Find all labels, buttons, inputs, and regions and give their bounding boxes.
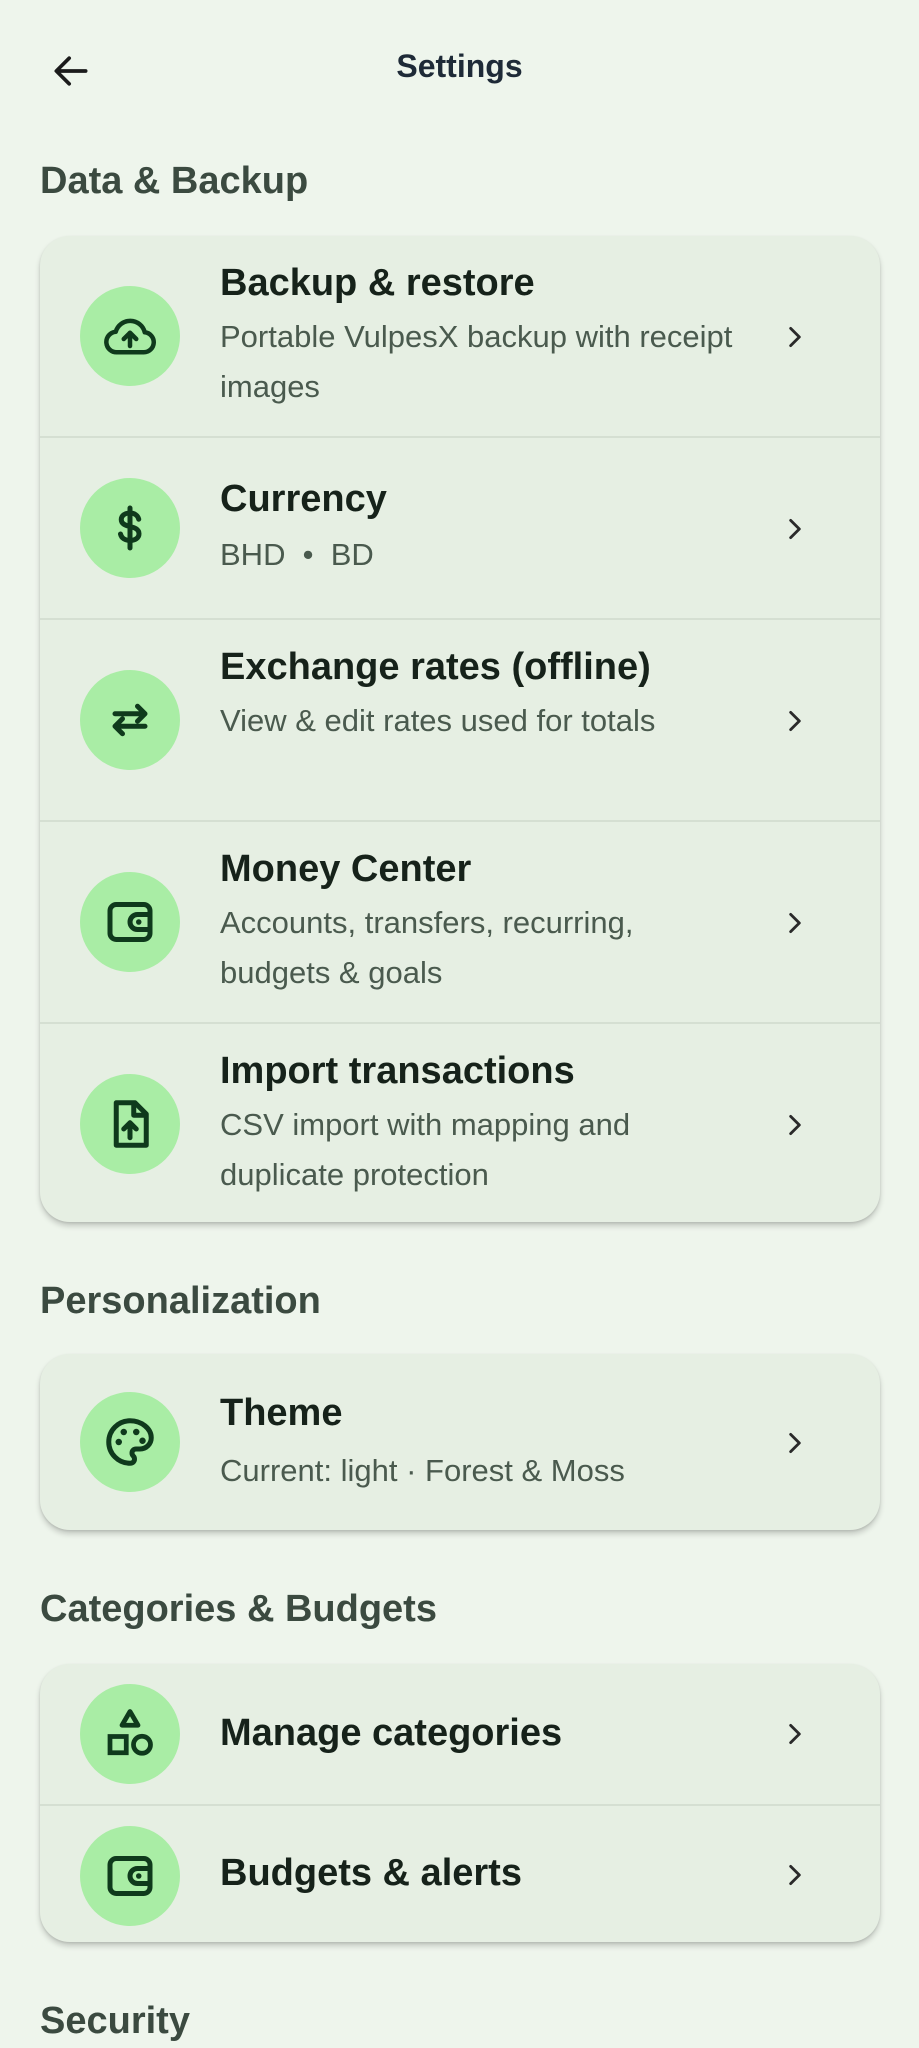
dollar-icon	[100, 498, 160, 558]
palette-icon	[100, 1412, 160, 1472]
settings-item-subtitle: BHD • BD	[220, 537, 374, 572]
chevron-right-icon	[780, 706, 810, 736]
page-title: Settings	[396, 48, 523, 84]
settings-item-title: Theme	[220, 1392, 343, 1434]
settings-item-subtitle: View & edit rates used for totals	[220, 703, 656, 738]
section-header-security: Security	[40, 2000, 190, 2042]
card-data-backup: Backup & restore Portable VulpesX backup…	[40, 236, 880, 1222]
file-upload-icon	[100, 1094, 160, 1154]
wallet-icon	[100, 892, 160, 952]
chevron-right-icon	[780, 908, 810, 938]
section-header-data-backup: Data & Backup	[40, 160, 309, 202]
icon-badge	[80, 478, 180, 578]
chevron-right-icon	[780, 1860, 810, 1890]
section-header-categories-budgets: Categories & Budgets	[40, 1588, 437, 1630]
settings-item-title: Exchange rates (offline)	[220, 646, 651, 688]
section-header-personalization: Personalization	[40, 1280, 321, 1322]
settings-item-money-center[interactable]: Money Center Accounts, transfers, recurr…	[40, 820, 880, 1022]
swap-arrows-icon	[100, 690, 160, 750]
icon-badge	[80, 1684, 180, 1784]
card-categories-budgets: Manage categories Budgets & alerts	[40, 1664, 880, 1942]
icon-badge	[80, 1826, 180, 1926]
settings-item-theme[interactable]: Theme Current: light · Forest & Moss	[40, 1354, 880, 1530]
icon-badge	[80, 670, 180, 770]
wallet-icon	[100, 1846, 160, 1906]
top-app-bar: Settings	[0, 0, 919, 140]
card-personalization: Theme Current: light · Forest & Moss	[40, 1354, 880, 1530]
settings-item-subtitle: Portable VulpesX backup with receipt ima…	[220, 319, 733, 404]
settings-item-subtitle: Accounts, transfers, recurring, budgets …	[220, 905, 634, 990]
settings-item-title: Backup & restore	[220, 262, 535, 304]
settings-item-title: Currency	[220, 478, 387, 520]
icon-badge	[80, 1392, 180, 1492]
settings-item-manage-categories[interactable]: Manage categories	[40, 1664, 880, 1804]
settings-item-title: Money Center	[220, 848, 472, 890]
icon-badge	[80, 1074, 180, 1174]
chevron-right-icon	[780, 322, 810, 352]
settings-item-currency[interactable]: Currency BHD • BD	[40, 436, 880, 618]
shapes-icon	[100, 1704, 160, 1764]
settings-item-title: Import transactions	[220, 1050, 575, 1092]
settings-item-title: Budgets & alerts	[220, 1852, 522, 1894]
settings-item-backup-restore[interactable]: Backup & restore Portable VulpesX backup…	[40, 236, 880, 436]
chevron-right-icon	[780, 1719, 810, 1749]
chevron-right-icon	[780, 1110, 810, 1140]
settings-item-import-transactions[interactable]: Import transactions CSV import with mapp…	[40, 1022, 880, 1222]
icon-badge	[80, 872, 180, 972]
settings-item-subtitle: Current: light · Forest & Moss	[220, 1453, 625, 1488]
chevron-right-icon	[780, 514, 810, 544]
settings-item-subtitle: CSV import with mapping and duplicate pr…	[220, 1107, 631, 1192]
chevron-right-icon	[780, 1428, 810, 1458]
icon-badge	[80, 286, 180, 386]
cloud-upload-icon	[100, 306, 160, 366]
settings-item-budgets-alerts[interactable]: Budgets & alerts	[40, 1804, 880, 1942]
settings-item-exchange-rates[interactable]: Exchange rates (offline) View & edit rat…	[40, 618, 880, 820]
settings-item-title: Manage categories	[220, 1712, 563, 1754]
